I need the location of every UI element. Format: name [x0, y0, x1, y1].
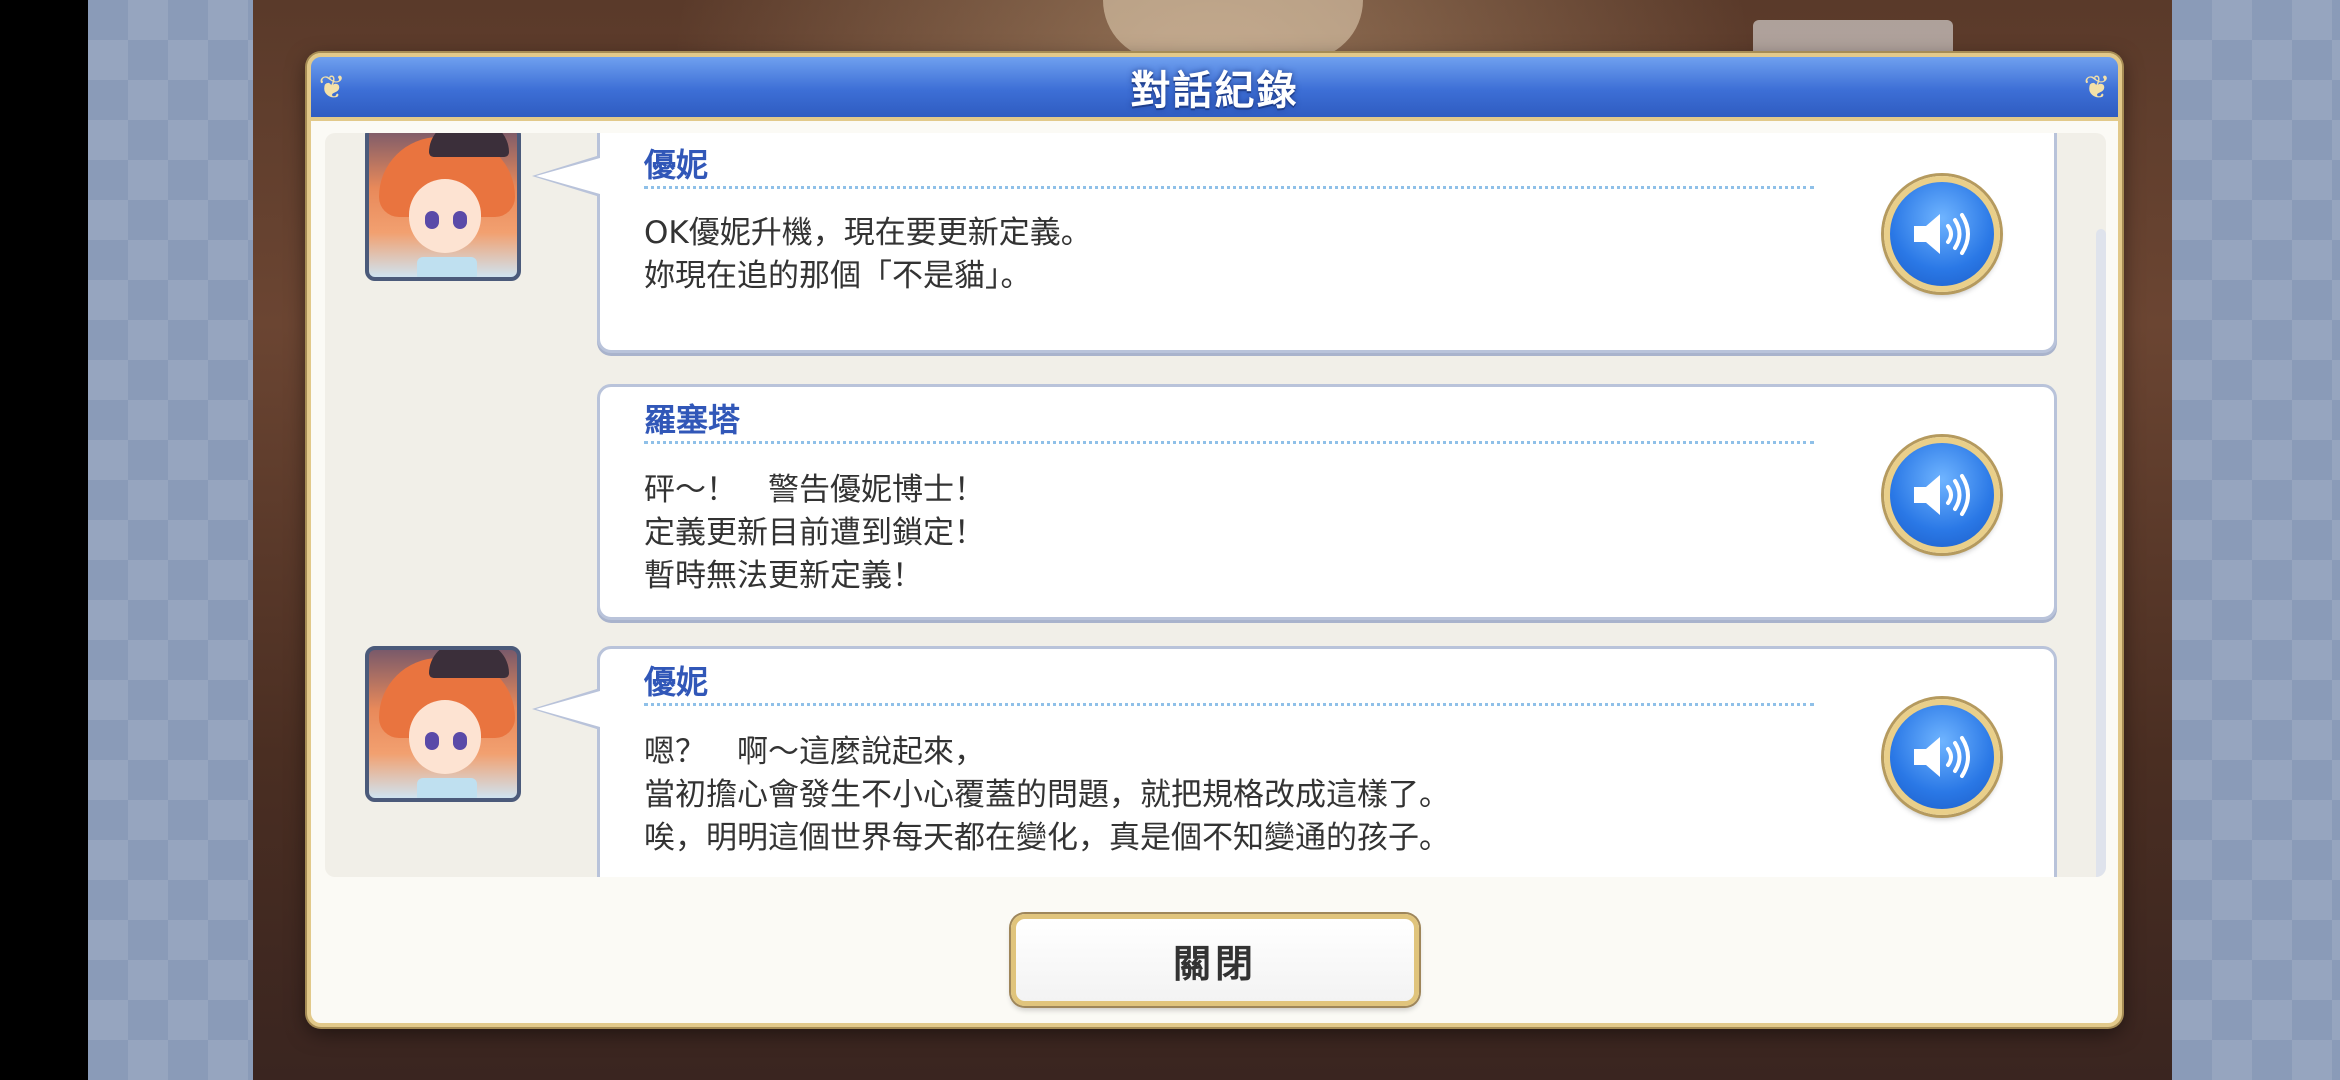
dialogue-line: 唉，明明這個世界每天都在變化，真是個不知變通的孩子。	[644, 820, 1450, 856]
dialogue-line: 當初擔心會發生不小心覆蓋的問題，就把規格改成這樣了。	[644, 777, 1450, 813]
speaker-icon	[1914, 736, 1970, 778]
character-portrait	[365, 646, 521, 802]
dialogue-log-list[interactable]: 優妮 OK優妮升機，現在要更新定義。 妳現在追的那個「不是貓」。 羅塞塔 砰～！…	[325, 133, 2106, 877]
speaker-icon	[1914, 474, 1970, 516]
speaker-name: 羅塞塔	[644, 401, 741, 439]
speaker-icon	[1914, 213, 1970, 255]
close-button-label: 關閉	[1172, 941, 1257, 986]
dialogue-line: 定義更新目前遭到鎖定！	[644, 515, 985, 551]
speaker-name: 優妮	[644, 146, 709, 184]
dialogue-line: 砰～！ 警告優妮博士！	[644, 472, 985, 508]
character-portrait	[365, 133, 521, 281]
ornament-icon: ❦	[2083, 68, 2111, 106]
voice-play-button[interactable]	[1884, 437, 2000, 553]
speaker-divider	[644, 186, 1814, 189]
dialogue-line: OK優妮升機，現在要更新定義。	[644, 215, 1092, 251]
dialogue-bubble: 羅塞塔 砰～！ 警告優妮博士！ 定義更新目前遭到鎖定！ 暫時無法更新定義！	[597, 384, 2057, 620]
voice-play-button[interactable]	[1884, 176, 2000, 292]
dialog-titlebar: ❦ 對話紀錄 ❦	[307, 53, 2122, 121]
dialogue-line: 妳現在追的那個「不是貓」。	[644, 258, 1032, 294]
voice-play-button[interactable]	[1884, 699, 2000, 815]
dialogue-bubble: 優妮 OK優妮升機，現在要更新定義。 妳現在追的那個「不是貓」。	[532, 133, 2057, 353]
background-pattern-right	[2172, 0, 2340, 1080]
dialogue-bubble: 優妮 嗯？ 啊～這麼說起來， 當初擔心會發生不小心覆蓋的問題，就把規格改成這樣了…	[532, 646, 2057, 877]
speaker-name: 優妮	[644, 663, 709, 701]
dialogue-log-window: ❦ 對話紀錄 ❦ 優妮 OK優妮升機，現在要更新定義。 妳現在追的那個「不是貓」…	[307, 53, 2122, 1027]
dialogue-line: 暫時無法更新定義！	[644, 558, 923, 594]
speaker-divider	[644, 441, 1814, 444]
letterbox-left	[0, 0, 88, 1080]
scrollbar-track[interactable]	[2096, 229, 2106, 877]
dialogue-text: OK優妮升機，現在要更新定義。 妳現在追的那個「不是貓」。	[644, 212, 1092, 298]
dialogue-text: 嗯？ 啊～這麼說起來， 當初擔心會發生不小心覆蓋的問題，就把規格改成這樣了。 唉…	[644, 731, 1450, 860]
dialogue-line: 嗯？ 啊～這麼說起來，	[644, 734, 985, 770]
dialogue-text: 砰～！ 警告優妮博士！ 定義更新目前遭到鎖定！ 暫時無法更新定義！	[644, 469, 985, 598]
close-button[interactable]: 關閉	[1011, 914, 1419, 1006]
ornament-icon: ❦	[318, 68, 346, 106]
dialog-title: 對話紀錄	[1130, 68, 1299, 114]
speaker-divider	[644, 703, 1814, 706]
scene-lamp	[1103, 0, 1363, 60]
background-pattern-left	[88, 0, 253, 1080]
